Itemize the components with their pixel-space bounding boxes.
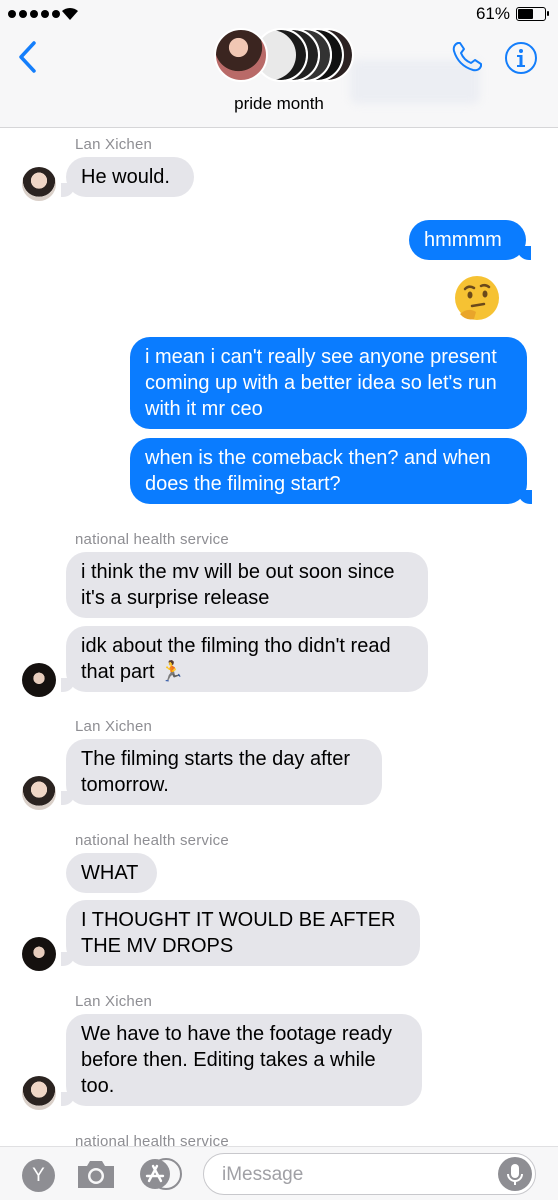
phone-icon [452,42,482,72]
message-bubble[interactable]: i think the mv will be out soon since it… [66,552,428,618]
message-bubble[interactable]: He would. [61,157,194,197]
message-bubble[interactable]: We have to have the footage ready before… [61,1014,422,1106]
sender-label: Lan Xichen [75,718,153,735]
message-bubble[interactable]: WHAT [66,853,157,893]
message-bubble[interactable]: The filming starts the day after tomorro… [61,739,382,805]
microphone-icon [507,1164,523,1185]
message-bubble[interactable]: idk about the filming tho didn't read th… [61,626,428,692]
avatar [22,167,56,201]
battery-percentage: 61% [475,4,510,23]
message-bubble[interactable]: i mean i can't really see anyone present… [130,337,527,429]
message-bubble[interactable]: hmmmm [409,220,531,260]
sender-label: Lan Xichen [75,993,153,1010]
sender-label: national health service [75,832,229,849]
app-button[interactable]: Y [22,1159,55,1192]
message-bubble[interactable]: when is the comeback then? and when does… [130,438,532,504]
camera-icon[interactable] [75,1157,117,1191]
message-input-field[interactable] [203,1153,536,1195]
message-input[interactable] [222,1162,482,1188]
battery-icon [516,7,549,21]
avatar [22,663,56,697]
wifi-icon [62,7,78,21]
app-store-icon[interactable] [138,1157,186,1191]
message-bubble[interactable]: I THOUGHT IT WOULD BE AFTER THE MV DROPS [61,900,420,966]
call-button[interactable] [450,40,484,79]
group-avatar-stack[interactable] [214,28,354,84]
thinking-face-icon[interactable] [452,274,502,324]
chevron-left-icon [19,41,36,73]
group-name[interactable]: pride month [0,94,558,114]
avatar [22,937,56,971]
status-bar: 61% [0,0,558,28]
avatar [214,28,268,82]
sender-label: Lan Xichen [75,136,153,153]
back-button[interactable] [16,40,38,79]
avatar [22,776,56,810]
microphone-button[interactable] [498,1157,532,1191]
message-composer: Y [0,1146,558,1200]
sender-label: national health service [75,531,229,548]
info-button[interactable] [504,41,538,80]
signal-icon [8,10,60,18]
info-icon [505,42,537,74]
avatar [22,1076,56,1110]
